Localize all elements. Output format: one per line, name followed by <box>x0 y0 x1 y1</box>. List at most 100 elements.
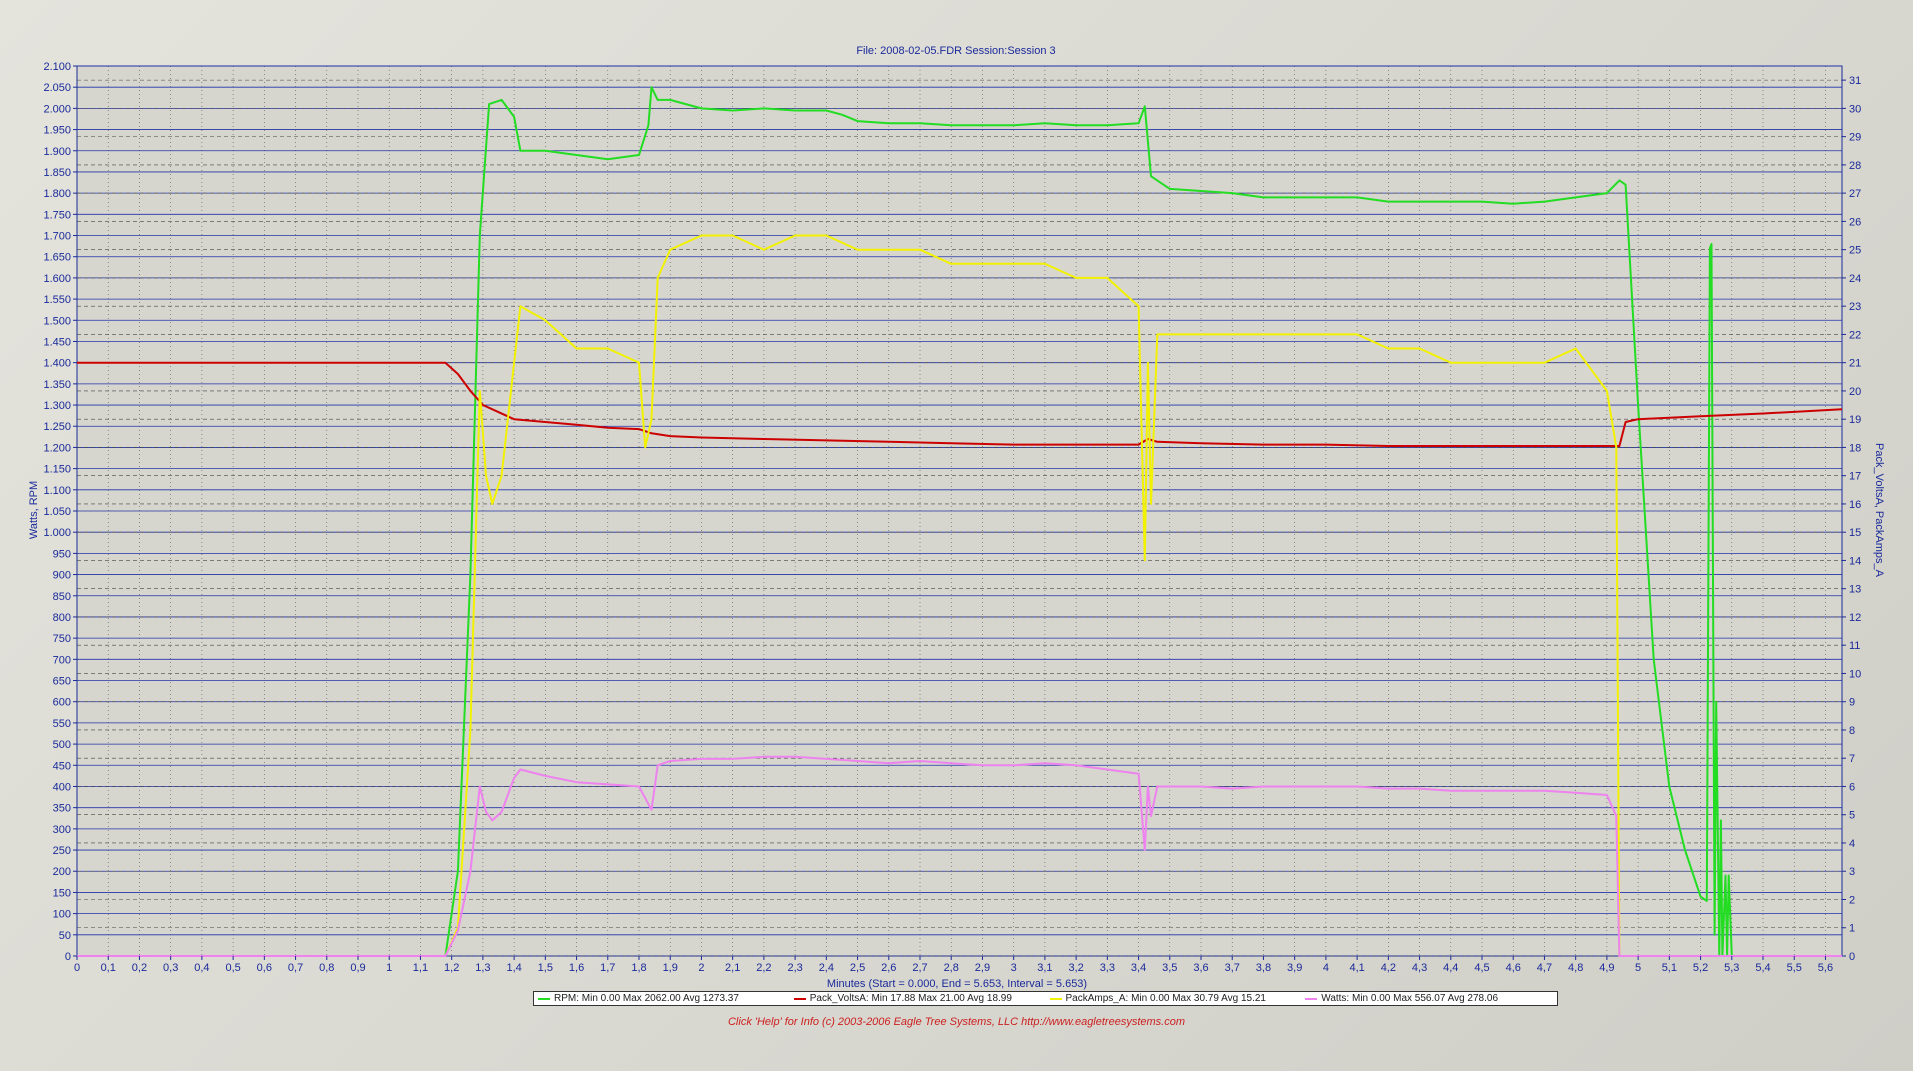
x-tick-label: 2,7 <box>912 962 927 974</box>
x-tick-label: 1,5 <box>538 962 553 974</box>
x-tick-label: 2,9 <box>975 962 990 974</box>
x-tick-label: 2,4 <box>819 962 834 974</box>
y-left-tick-label: 2.050 <box>43 82 71 94</box>
chart-title: File: 2008-02-05.FDR Session:Session 3 <box>856 45 1055 57</box>
y-right-tick-label: 27 <box>1849 188 1861 200</box>
y-left-tick-label: 300 <box>53 824 71 836</box>
y-left-tick-label: 1.200 <box>43 442 71 454</box>
y-right-tick-label: 12 <box>1849 612 1861 624</box>
y-left-tick-label: 1.400 <box>43 358 71 370</box>
y-left-tick-label: 1.900 <box>43 146 71 158</box>
x-tick-label: 0,5 <box>225 962 240 974</box>
x-tick-label: 3,3 <box>1100 962 1115 974</box>
y-right-tick-label: 30 <box>1849 103 1861 115</box>
x-axis-label: Minutes (Start = 0.000, End = 5.653, Int… <box>827 978 1087 990</box>
y-right-tick-label: 1 <box>1849 923 1855 935</box>
x-tick-label: 2,5 <box>850 962 865 974</box>
x-tick-label: 1,9 <box>663 962 678 974</box>
x-tick-label: 4,8 <box>1568 962 1583 974</box>
y-left-tick-label: 1.000 <box>43 527 71 539</box>
y-right-tick-label: 31 <box>1849 75 1861 87</box>
y-left-tick-label: 50 <box>59 930 71 942</box>
legend-swatch <box>1305 997 1318 1000</box>
y-right-tick-label: 8 <box>1849 725 1855 737</box>
x-tick-label: 4,1 <box>1349 962 1364 974</box>
x-tick-label: 4,5 <box>1474 962 1489 974</box>
y-left-tick-label: 1.650 <box>43 252 71 264</box>
x-tick-label: 4,4 <box>1443 962 1458 974</box>
x-tick-label: 4,3 <box>1412 962 1427 974</box>
x-tick-label: 2,1 <box>725 962 740 974</box>
y-left-tick-label: 1.950 <box>43 125 71 137</box>
y-left-tick-label: 750 <box>53 633 71 645</box>
legend-swatch <box>793 997 806 1000</box>
y-axis-left: 0 50 100 150 200 250 300 350 400 450 500 550 600 650 7… <box>43 61 77 963</box>
y-left-tick-label: 2.100 <box>43 61 71 73</box>
x-tick-label: 3,2 <box>1068 962 1083 974</box>
y-left-tick-label: 1.150 <box>43 464 71 476</box>
y-right-tick-label: 20 <box>1849 386 1861 398</box>
x-tick-label: 0,1 <box>101 962 116 974</box>
y-left-tick-label: 900 <box>53 570 71 582</box>
legend-label: RPM: Min 0.00 Max 2062.00 Avg 1273.37 <box>554 993 739 1004</box>
x-tick-label: 1,2 <box>444 962 459 974</box>
x-tick-label: 4,6 <box>1506 962 1521 974</box>
y-right-tick-label: 16 <box>1849 499 1861 511</box>
y-right-tick-label: 5 <box>1849 810 1855 822</box>
legend-item: Watts: Min 0.00 Max 556.07 Avg 278.06 <box>1301 993 1557 1004</box>
x-tick-label: 3 <box>1011 962 1017 974</box>
y-left-tick-label: 0 <box>65 951 71 963</box>
x-tick-label: 0,7 <box>288 962 303 974</box>
y-right-tick-label: 26 <box>1849 216 1861 228</box>
y-left-tick-label: 150 <box>53 887 71 899</box>
y-left-tick-label: 450 <box>53 760 71 772</box>
x-tick-label: 1,4 <box>506 962 521 974</box>
x-tick-label: 1,7 <box>600 962 615 974</box>
y-left-tick-label: 650 <box>53 676 71 688</box>
y-right-tick-label: 28 <box>1849 160 1861 172</box>
y-right-tick-label: 3 <box>1849 866 1855 878</box>
x-tick-label: 2 <box>698 962 704 974</box>
y-left-tick-label: 1.700 <box>43 231 71 243</box>
y-left-tick-label: 1.300 <box>43 400 71 412</box>
x-tick-label: 3,5 <box>1162 962 1177 974</box>
x-tick-label: 2,3 <box>787 962 802 974</box>
x-tick-label: 0,8 <box>319 962 334 974</box>
legend-label: Pack_VoltsA: Min 17.88 Max 21.00 Avg 18.… <box>809 993 1012 1004</box>
y-left-tick-label: 100 <box>53 909 71 921</box>
y-left-tick-label: 1.450 <box>43 336 71 348</box>
y-left-tick-label: 500 <box>53 739 71 751</box>
y-left-tick-label: 1.800 <box>43 188 71 200</box>
y-left-tick-label: 1.250 <box>43 421 71 433</box>
x-tick-label: 3,7 <box>1225 962 1240 974</box>
y-right-tick-label: 4 <box>1849 838 1855 850</box>
y-axis-right-label: Pack_VoltsA, PackAmps_A <box>1873 443 1885 578</box>
x-tick-label: 1,3 <box>475 962 490 974</box>
y-right-tick-label: 9 <box>1849 697 1855 709</box>
y-left-tick-label: 1.750 <box>43 209 71 221</box>
y-left-tick-label: 550 <box>53 718 71 730</box>
legend-label: Watts: Min 0.00 Max 556.07 Avg 278.06 <box>1321 993 1499 1004</box>
x-tick-label: 2,2 <box>756 962 771 974</box>
y-left-tick-label: 1.550 <box>43 294 71 306</box>
x-tick-label: 3,6 <box>1193 962 1208 974</box>
y-right-tick-label: 2 <box>1849 894 1855 906</box>
legend-item: RPM: Min 0.00 Max 2062.00 Avg 1273.37 <box>534 993 790 1004</box>
y-left-tick-label: 1.850 <box>43 167 71 179</box>
x-tick-label: 2,6 <box>881 962 896 974</box>
y-left-tick-label: 2.000 <box>43 103 71 115</box>
legend-swatch <box>1049 997 1062 1000</box>
x-tick-label: 5,4 <box>1755 962 1770 974</box>
x-tick-label: 4 <box>1323 962 1329 974</box>
y-right-tick-label: 0 <box>1849 951 1855 963</box>
y-left-tick-label: 1.100 <box>43 485 71 497</box>
y-left-tick-label: 400 <box>53 781 71 793</box>
x-axis: 0 0,1 0,2 0,3 0,4 0,5 0,6 0,7 0,8 0,9 1 1,1 1,2 1,3 1,… <box>74 956 1833 974</box>
x-tick-label: 1,6 <box>569 962 584 974</box>
legend-label: PackAmps_A: Min 0.00 Max 30.79 Avg 15.21 <box>1065 993 1267 1004</box>
y-left-tick-label: 700 <box>53 654 71 666</box>
copyright-footer: Click 'Help' for Info (c) 2003-2006 Eagl… <box>727 1016 1185 1028</box>
x-tick-label: 0,9 <box>350 962 365 974</box>
y-left-tick-label: 250 <box>53 845 71 857</box>
x-tick-label: 0,4 <box>194 962 209 974</box>
